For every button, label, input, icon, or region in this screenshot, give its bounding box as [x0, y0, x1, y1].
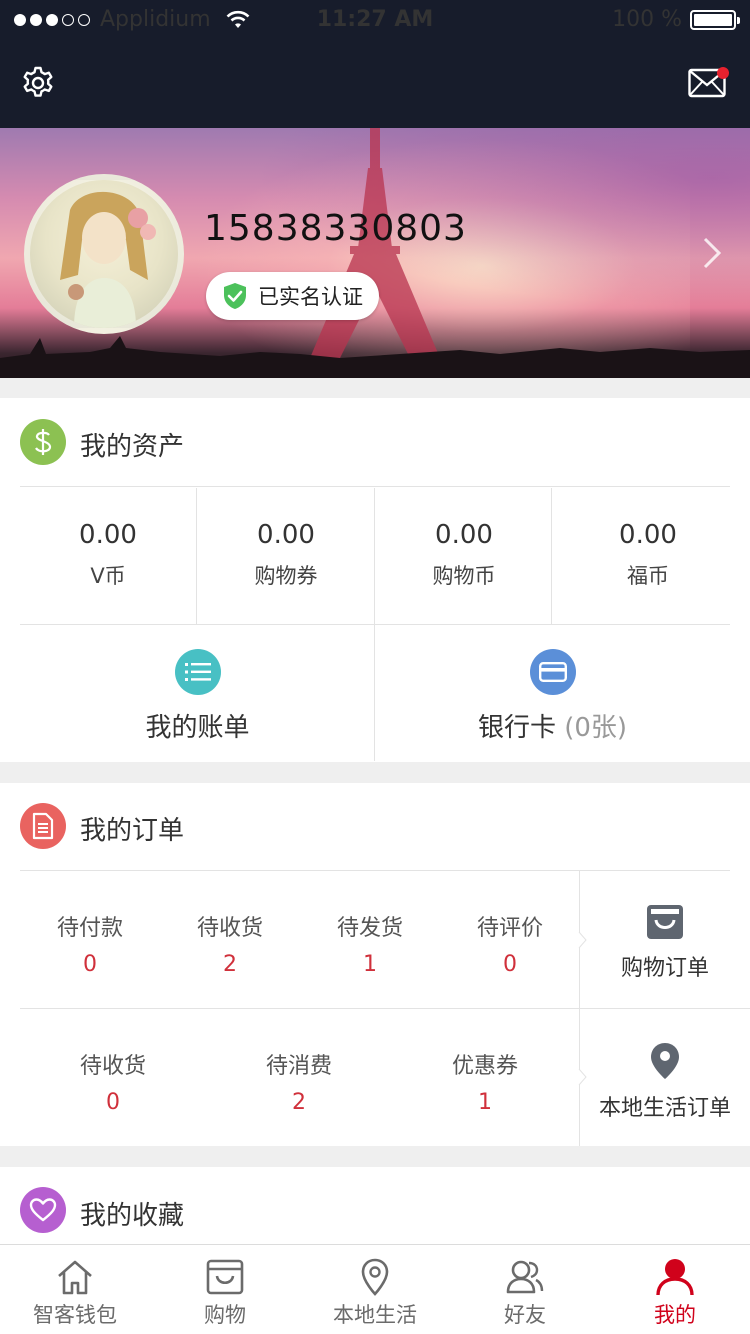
- order-pending-review[interactable]: 待评价 0: [440, 910, 580, 977]
- order-status-label: 待收货: [79, 1054, 146, 1079]
- order-status-label: 待发货: [336, 916, 403, 941]
- tab-local-life[interactable]: 本地生活: [300, 1257, 450, 1329]
- home-icon: [58, 1260, 92, 1295]
- local-orders-label: 本地生活订单: [598, 1096, 731, 1121]
- verified-label: 已实名认证: [258, 285, 363, 309]
- asset-value: 0.00: [257, 520, 315, 550]
- chevron-right-icon[interactable]: [700, 236, 724, 270]
- location-pin-icon: [361, 1258, 389, 1296]
- order-status-label: 待消费: [265, 1054, 332, 1079]
- order-pending-payment[interactable]: 待付款 0: [20, 910, 160, 977]
- favorites-title: 我的收藏: [80, 1201, 185, 1231]
- location-pin-icon: [651, 1043, 679, 1079]
- order-status-count: 1: [478, 1090, 492, 1115]
- order-status-count: 2: [223, 952, 237, 977]
- tab-label: 智客钱包: [33, 1303, 117, 1327]
- order-status-count: 2: [292, 1090, 306, 1115]
- order-status-label: 待评价: [476, 916, 543, 941]
- list-icon: [174, 649, 221, 695]
- gear-icon[interactable]: [20, 65, 56, 101]
- tab-bar: 智客钱包 购物 本地生活 好友 我的: [0, 1244, 750, 1334]
- bank-card-count: (0张): [564, 713, 628, 743]
- asset-label: 福币: [627, 564, 669, 588]
- battery-icon: [690, 9, 740, 30]
- avatar[interactable]: [24, 174, 184, 334]
- verified-shield-icon: [224, 283, 246, 309]
- profile-banner[interactable]: 15838330803 已实名认证: [0, 128, 750, 378]
- heart-icon: [20, 1187, 66, 1233]
- asset-value: 0.00: [435, 520, 493, 550]
- divider: [20, 486, 730, 487]
- verified-badge[interactable]: 已实名认证: [206, 272, 379, 320]
- asset-value: 0.00: [79, 520, 137, 550]
- order-status-label: 待收货: [196, 916, 263, 941]
- local-orders-button[interactable]: 本地生活订单: [580, 1042, 750, 1122]
- battery-status: 100 %: [612, 7, 740, 32]
- divider: [20, 870, 730, 871]
- asset-label: 购物币: [432, 564, 496, 588]
- asset-shopping-voucher[interactable]: 0.00 购物券: [197, 488, 375, 624]
- shopping-orders-button[interactable]: 购物订单: [580, 904, 750, 982]
- orders-title: 我的订单: [80, 816, 185, 846]
- asset-value: 0.00: [619, 520, 677, 550]
- asset-fortune-coin[interactable]: 0.00 福币: [559, 488, 737, 624]
- asset-vcoin[interactable]: 0.00 V币: [19, 488, 197, 624]
- tab-label: 好友: [504, 1303, 546, 1327]
- order-status-label: 待付款: [56, 916, 123, 941]
- order-pending-receipt[interactable]: 待收货 2: [160, 910, 300, 977]
- divider: [20, 1008, 579, 1009]
- local-pending-receipt[interactable]: 待收货 0: [43, 1048, 183, 1115]
- avatar-illustration: [60, 191, 156, 328]
- dollar-icon: [20, 419, 66, 465]
- battery-percent: 100 %: [612, 7, 682, 32]
- shopping-orders-label: 购物订单: [620, 956, 709, 981]
- bank-card-label: 银行卡: [477, 713, 556, 743]
- tab-friends[interactable]: 好友: [450, 1257, 600, 1329]
- document-icon: [20, 803, 66, 849]
- friends-icon: [506, 1260, 544, 1294]
- tab-mine[interactable]: 我的: [600, 1257, 750, 1329]
- unread-badge: [717, 67, 729, 79]
- tab-shopping[interactable]: 购物: [150, 1257, 300, 1329]
- order-status-count: 1: [363, 952, 377, 977]
- tab-label: 本地生活: [333, 1303, 417, 1327]
- divider: [551, 488, 552, 624]
- tab-label: 我的: [654, 1303, 696, 1327]
- shopping-box-icon: [647, 905, 683, 939]
- asset-shopping-coin[interactable]: 0.00 购物币: [375, 488, 553, 624]
- local-pending-consumption[interactable]: 待消费 2: [229, 1048, 369, 1115]
- profile-icon: [656, 1259, 694, 1296]
- status-bar: Applidium 11:27 AM 100 %: [0, 0, 750, 40]
- asset-label: V币: [90, 564, 126, 588]
- shopping-bag-icon: [206, 1259, 244, 1295]
- order-status-count: 0: [503, 952, 517, 977]
- user-phone-number: 15838330803: [204, 208, 467, 249]
- order-pending-shipment[interactable]: 待发货 1: [300, 910, 440, 977]
- divider: [580, 1008, 750, 1009]
- credit-card-icon: [529, 649, 576, 695]
- order-status-count: 0: [106, 1090, 120, 1115]
- order-status-label: 优惠券: [451, 1054, 518, 1079]
- asset-label: 购物券: [254, 564, 318, 588]
- order-status-count: 0: [83, 952, 97, 977]
- assets-title: 我的资产: [80, 432, 185, 462]
- my-bill-button[interactable]: 我的账单: [10, 625, 385, 761]
- tab-wallet[interactable]: 智客钱包: [0, 1257, 150, 1329]
- bank-card-button[interactable]: 银行卡 (0张): [365, 625, 740, 761]
- tab-label: 购物: [204, 1303, 246, 1327]
- local-coupons[interactable]: 优惠券 1: [415, 1048, 555, 1115]
- my-bill-label: 我的账单: [145, 713, 250, 743]
